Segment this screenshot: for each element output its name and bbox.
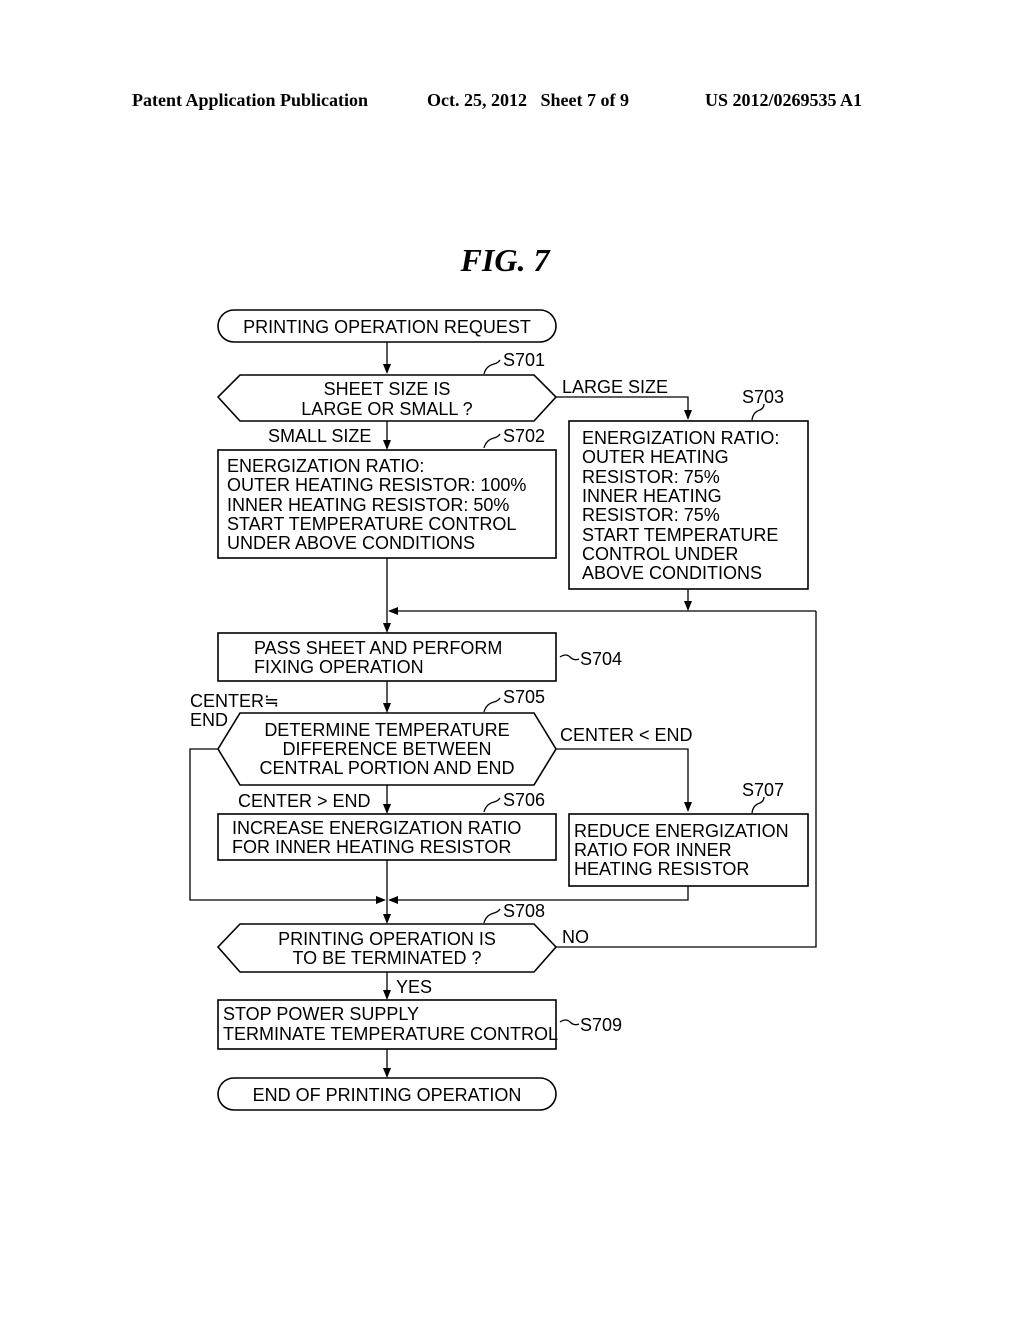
s704-line-1: PASS SHEET AND PERFORM <box>254 638 502 658</box>
s701-line-2: LARGE OR SMALL ? <box>301 399 472 419</box>
s709-line-2: TERMINATE TEMPERATURE CONTROL <box>223 1024 558 1044</box>
s709-line-1: STOP POWER SUPPLY <box>223 1004 419 1024</box>
step-label-s706: S706 <box>503 790 545 810</box>
edge-label-small: SMALL SIZE <box>268 426 371 446</box>
s702-line-2: OUTER HEATING RESISTOR: 100% <box>227 475 526 495</box>
s705-line-3: CENTRAL PORTION AND END <box>259 758 514 778</box>
step-label-s702: S702 <box>503 426 545 446</box>
edge-label-greater: CENTER > END <box>238 791 371 811</box>
s706-line-2: FOR INNER HEATING RESISTOR <box>232 837 511 857</box>
step-label-s705: S705 <box>503 687 545 707</box>
s703-line-5: RESISTOR: 75% <box>582 505 720 525</box>
edge-label-less: CENTER < END <box>560 725 693 745</box>
s703-line-8: ABOVE CONDITIONS <box>582 563 762 583</box>
start-terminal: PRINTING OPERATION REQUEST <box>217 309 557 343</box>
flowchart: PRINTING OPERATION REQUEST SHEET SIZE IS… <box>189 309 817 1111</box>
edge-label-large: LARGE SIZE <box>562 377 668 397</box>
start-text: PRINTING OPERATION REQUEST <box>243 317 531 337</box>
step-label-s703: S703 <box>742 387 784 407</box>
s707-line-3: HEATING RESISTOR <box>574 859 749 879</box>
s708-line-2: TO BE TERMINATED ? <box>292 948 481 968</box>
s703-line-4: INNER HEATING <box>582 486 722 506</box>
s703-line-7: CONTROL UNDER <box>582 544 738 564</box>
s707-line-2: RATIO FOR INNER <box>574 840 732 860</box>
s707-line-1: REDUCE ENERGIZATION <box>574 821 789 841</box>
s702-line-5: UNDER ABOVE CONDITIONS <box>227 533 475 553</box>
s708-line-1: PRINTING OPERATION IS <box>278 929 496 949</box>
step-label-s707: S707 <box>742 780 784 800</box>
step-label-s704: S704 <box>580 649 622 669</box>
edge-label-approx-end: END <box>190 710 228 730</box>
s706-line-1: INCREASE ENERGIZATION RATIO <box>232 818 521 838</box>
s703-line-6: START TEMPERATURE <box>582 525 778 545</box>
process-s709: STOP POWER SUPPLY TERMINATE TEMPERATURE … <box>217 999 622 1050</box>
s703-line-2: OUTER HEATING <box>582 447 729 467</box>
s702-line-4: START TEMPERATURE CONTROL <box>227 514 516 534</box>
edge-label-no: NO <box>562 927 589 947</box>
step-label-s701: S701 <box>503 350 545 370</box>
step-label-s709: S709 <box>580 1015 622 1035</box>
s704-line-2: FIXING OPERATION <box>254 657 424 677</box>
s701-line-1: SHEET SIZE IS <box>324 379 451 399</box>
s703-line-3: RESISTOR: 75% <box>582 467 720 487</box>
edge-label-approx-center: CENTER≒ <box>190 691 279 711</box>
s705-line-2: DIFFERENCE BETWEEN <box>282 739 491 759</box>
s702-line-1: ENERGIZATION RATIO: <box>227 456 424 476</box>
process-s704: PASS SHEET AND PERFORM FIXING OPERATION … <box>217 632 622 682</box>
s703-line-1: ENERGIZATION RATIO: <box>582 428 779 448</box>
edge-label-yes: YES <box>396 977 432 997</box>
s702-line-3: INNER HEATING RESISTOR: 50% <box>227 495 509 515</box>
s705-line-1: DETERMINE TEMPERATURE <box>264 720 509 740</box>
end-text: END OF PRINTING OPERATION <box>253 1085 522 1105</box>
end-terminal: END OF PRINTING OPERATION <box>217 1077 557 1111</box>
step-label-s708: S708 <box>503 901 545 921</box>
